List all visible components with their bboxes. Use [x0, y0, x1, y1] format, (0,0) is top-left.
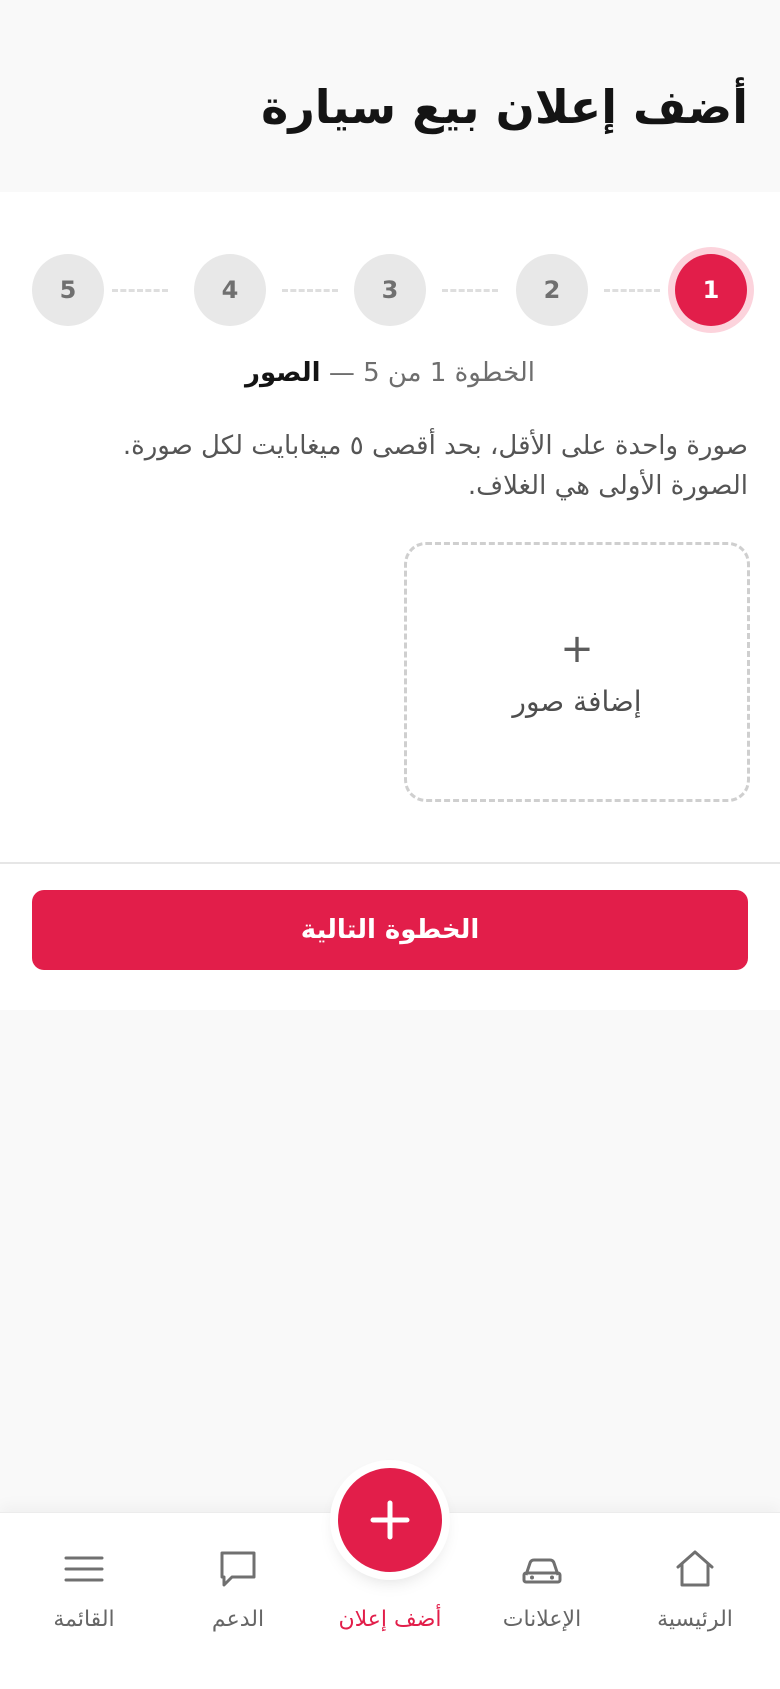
- step-4[interactable]: 4: [194, 254, 266, 326]
- step-1[interactable]: 1: [675, 254, 747, 326]
- step-2[interactable]: 2: [516, 254, 588, 326]
- chat-bubble-icon: [220, 1551, 256, 1587]
- step-connector: [604, 289, 660, 292]
- nav-item-listings[interactable]: الإعلانات: [467, 1535, 617, 1645]
- nav-label-menu: القائمة: [53, 1607, 115, 1632]
- photos-hint-line-2: الصورة الأولى هي الغلاف.: [467, 471, 748, 501]
- home-icon: [676, 1550, 714, 1587]
- step-caption: الخطوة 1 من 5 — الصور: [0, 358, 780, 388]
- nav-label-home: الرئيسية: [657, 1607, 733, 1632]
- photos-hint: صورة واحدة على الأقل، بحد أقصى ٥ ميغاباي…: [32, 426, 748, 506]
- page-header: أضف إعلان بيع سيارة: [0, 0, 780, 192]
- plus-icon: [370, 1500, 410, 1540]
- car-icon: [522, 1558, 562, 1584]
- nav-item-menu[interactable]: القائمة: [9, 1535, 159, 1645]
- add-listing-fab[interactable]: [338, 1468, 442, 1572]
- stepper: 1 2 3 4 5 الخطوة 1 من 5 — الصور: [0, 222, 780, 388]
- step-3[interactable]: 3: [354, 254, 426, 326]
- divider: [0, 862, 780, 864]
- nav-label-add-listing: أضف إعلان: [338, 1607, 442, 1632]
- step-progress-text: الخطوة 1 من 5 —: [328, 358, 535, 388]
- step-name: الصور: [244, 358, 321, 388]
- add-photos-dropzone[interactable]: + إضافة صور: [404, 542, 750, 802]
- step-connector: [442, 289, 498, 292]
- hamburger-menu-icon: [64, 1556, 104, 1582]
- nav-label-listings: الإعلانات: [502, 1607, 582, 1632]
- add-photo-plus-icon: +: [560, 626, 594, 672]
- step-connector: [282, 289, 338, 292]
- step-connector: [112, 289, 168, 292]
- form-card: 1 2 3 4 5 الخطوة 1 من 5 — الصور صورة واح…: [0, 192, 780, 1010]
- page-title: أضف إعلان بيع سيارة: [261, 80, 748, 134]
- nav-item-support[interactable]: الدعم: [163, 1535, 313, 1645]
- nav-item-home[interactable]: الرئيسية: [620, 1535, 770, 1645]
- next-step-button[interactable]: الخطوة التالية: [32, 890, 748, 970]
- step-5[interactable]: 5: [32, 254, 104, 326]
- add-photos-label: إضافة صور: [512, 685, 642, 718]
- nav-label-support: الدعم: [211, 1607, 265, 1632]
- photos-hint-line-1: صورة واحدة على الأقل، بحد أقصى ٥ ميغاباي…: [122, 431, 748, 461]
